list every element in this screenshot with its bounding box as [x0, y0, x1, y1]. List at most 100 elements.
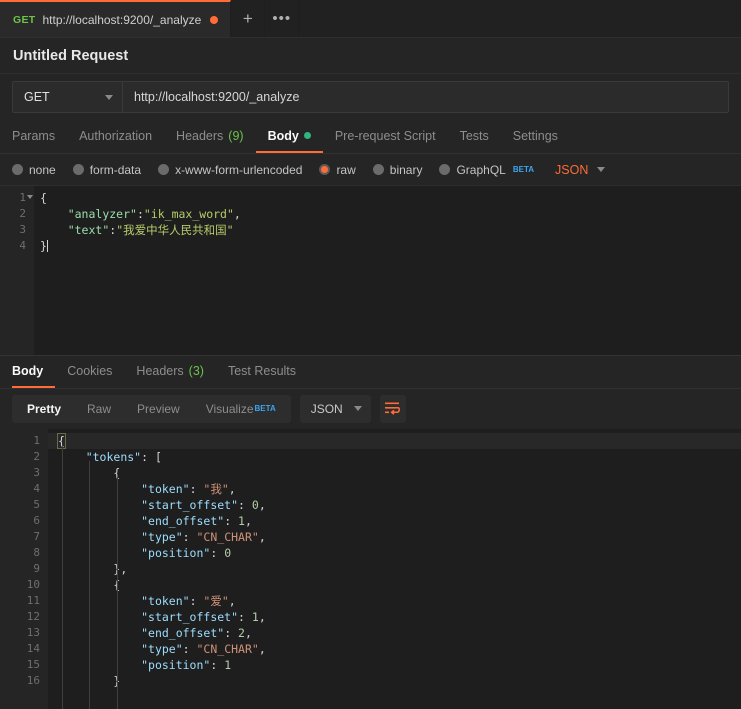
body-type-none[interactable]: none [12, 163, 56, 177]
response-tab-test-results[interactable]: Test Results [216, 356, 308, 388]
code-line: "end_offset": 1, [48, 513, 741, 529]
code-line: "token": "我", [48, 481, 741, 497]
body-type-binary-label: binary [389, 162, 423, 177]
line-number: 12 [26, 609, 40, 623]
body-type-binary[interactable]: binary [372, 162, 423, 177]
view-mode-preview[interactable]: Preview [124, 395, 193, 423]
radio-icon [72, 164, 84, 175]
code-token: "CN_CHAR" [196, 529, 259, 544]
line-number: 13 [26, 625, 40, 639]
unsaved-dot-icon [210, 15, 219, 24]
chevron-down-icon [597, 167, 606, 172]
body-type-raw-label: raw [336, 162, 356, 177]
tab-body[interactable]: Body [255, 120, 323, 153]
body-type-graphql[interactable]: GraphQL BETA [439, 163, 534, 177]
line-number: 1 [33, 433, 40, 447]
tab-pre-request-script[interactable]: Pre-request Script [323, 120, 448, 153]
line-number: 5 [33, 497, 40, 511]
request-tab-url: http://localhost:9200/_analyze [42, 12, 202, 27]
tab-headers-count: (9) [228, 128, 244, 143]
code-line: "position": 1 [48, 657, 741, 673]
tab-headers[interactable]: Headers (9) [164, 120, 256, 153]
code-token: : [189, 593, 204, 608]
line-number: 4 [33, 481, 40, 495]
request-tab-active[interactable]: GET http://localhost:9200/_analyze [0, 0, 232, 37]
code-token: { [40, 191, 47, 205]
response-body-editor[interactable]: 1 2 3 4 5 6 7 8 9 10 11 12 13 14 15 16 {… [0, 428, 741, 709]
radio-icon [158, 164, 170, 175]
line-number: 10 [26, 577, 40, 591]
response-tab-body[interactable]: Body [12, 356, 56, 388]
line-number: 3 [33, 465, 40, 479]
code-token: , [258, 609, 266, 624]
code-token: "start_offset" [141, 497, 239, 512]
code-token: , [258, 641, 266, 656]
view-mode-visualize-label: Visualize [205, 401, 254, 416]
tab-pre-request-script-label: Pre-request Script [334, 128, 436, 143]
graphql-beta-badge: BETA [512, 165, 535, 174]
tab-settings[interactable]: Settings [501, 120, 570, 153]
tab-params[interactable]: Params [12, 120, 67, 153]
body-content-type-label: JSON [555, 162, 589, 177]
request-body-editor[interactable]: 1 2 3 4 { "analyzer":"ik_max_word", "tex… [0, 186, 741, 334]
request-editor-code[interactable]: { "analyzer":"ik_max_word", "text":"我爱中华… [34, 186, 741, 334]
http-method-select[interactable]: GET [13, 82, 123, 112]
code-token: , [233, 207, 241, 221]
line-number: 2 [33, 449, 40, 463]
body-type-raw[interactable]: raw [319, 162, 356, 177]
fold-arrow-icon[interactable] [27, 195, 33, 199]
code-token: , [244, 513, 252, 528]
code-token: { [113, 577, 121, 592]
view-mode-pretty[interactable]: Pretty [14, 395, 74, 423]
code-token: : [238, 609, 252, 624]
code-token: : [182, 641, 197, 656]
response-format-select[interactable]: JSON [299, 394, 371, 423]
response-tab-headers-count: (3) [188, 363, 204, 378]
response-tab-cookies[interactable]: Cookies [55, 356, 124, 388]
code-line: { [48, 465, 741, 481]
body-type-urlencoded[interactable]: x-www-form-urlencoded [158, 163, 302, 177]
word-wrap-button[interactable] [379, 394, 406, 423]
code-token: : [210, 657, 225, 672]
radio-icon [12, 164, 23, 175]
code-line: { [48, 577, 741, 593]
tab-authorization[interactable]: Authorization [67, 120, 164, 153]
url-input[interactable]: http://localhost:9200/_analyze [123, 82, 728, 112]
radio-icon [372, 164, 384, 175]
code-token: "我" [203, 481, 229, 496]
code-token: : [136, 207, 144, 221]
request-editor-empty-area[interactable] [0, 334, 741, 355]
code-token: { [113, 465, 121, 480]
url-input-group: GET http://localhost:9200/_analyze [12, 81, 729, 113]
body-content-type-select[interactable]: JSON [555, 162, 606, 177]
code-token: { [57, 432, 66, 449]
code-token: "type" [141, 529, 183, 544]
tab-body-label: Body [267, 128, 299, 143]
code-token: 1 [251, 609, 259, 624]
code-line: "tokens": [ [48, 449, 741, 465]
line-number: 3 [19, 223, 26, 236]
code-token: "text" [67, 223, 110, 237]
line-number: 14 [26, 641, 40, 655]
response-format-label: JSON [310, 401, 343, 416]
response-toolbar: Pretty Raw Preview Visualize BETA JSON [0, 388, 741, 429]
new-tab-button[interactable]: + [231, 0, 266, 37]
line-number: 7 [33, 529, 40, 543]
code-line: } [34, 238, 741, 254]
response-tab-headers[interactable]: Headers (3) [124, 356, 216, 388]
code-token: 1 [224, 657, 232, 672]
tab-authorization-label: Authorization [79, 128, 153, 143]
tab-more-options-icon[interactable]: ••• [265, 0, 300, 37]
view-mode-visualize[interactable]: Visualize BETA [193, 395, 289, 423]
view-mode-raw[interactable]: Raw [74, 395, 124, 423]
code-token: 0 [224, 545, 232, 560]
response-editor-code[interactable]: { "tokens": [ { "token": "我", "start_off… [48, 429, 741, 709]
code-line: "position": 0 [48, 545, 741, 561]
code-token: "token" [141, 593, 190, 608]
tab-tests[interactable]: Tests [448, 120, 501, 153]
code-token: } [113, 673, 121, 688]
body-type-form-data[interactable]: form-data [72, 163, 141, 177]
code-token: "type" [141, 641, 183, 656]
gutter-filler [0, 334, 34, 355]
code-token: 0 [251, 497, 259, 512]
